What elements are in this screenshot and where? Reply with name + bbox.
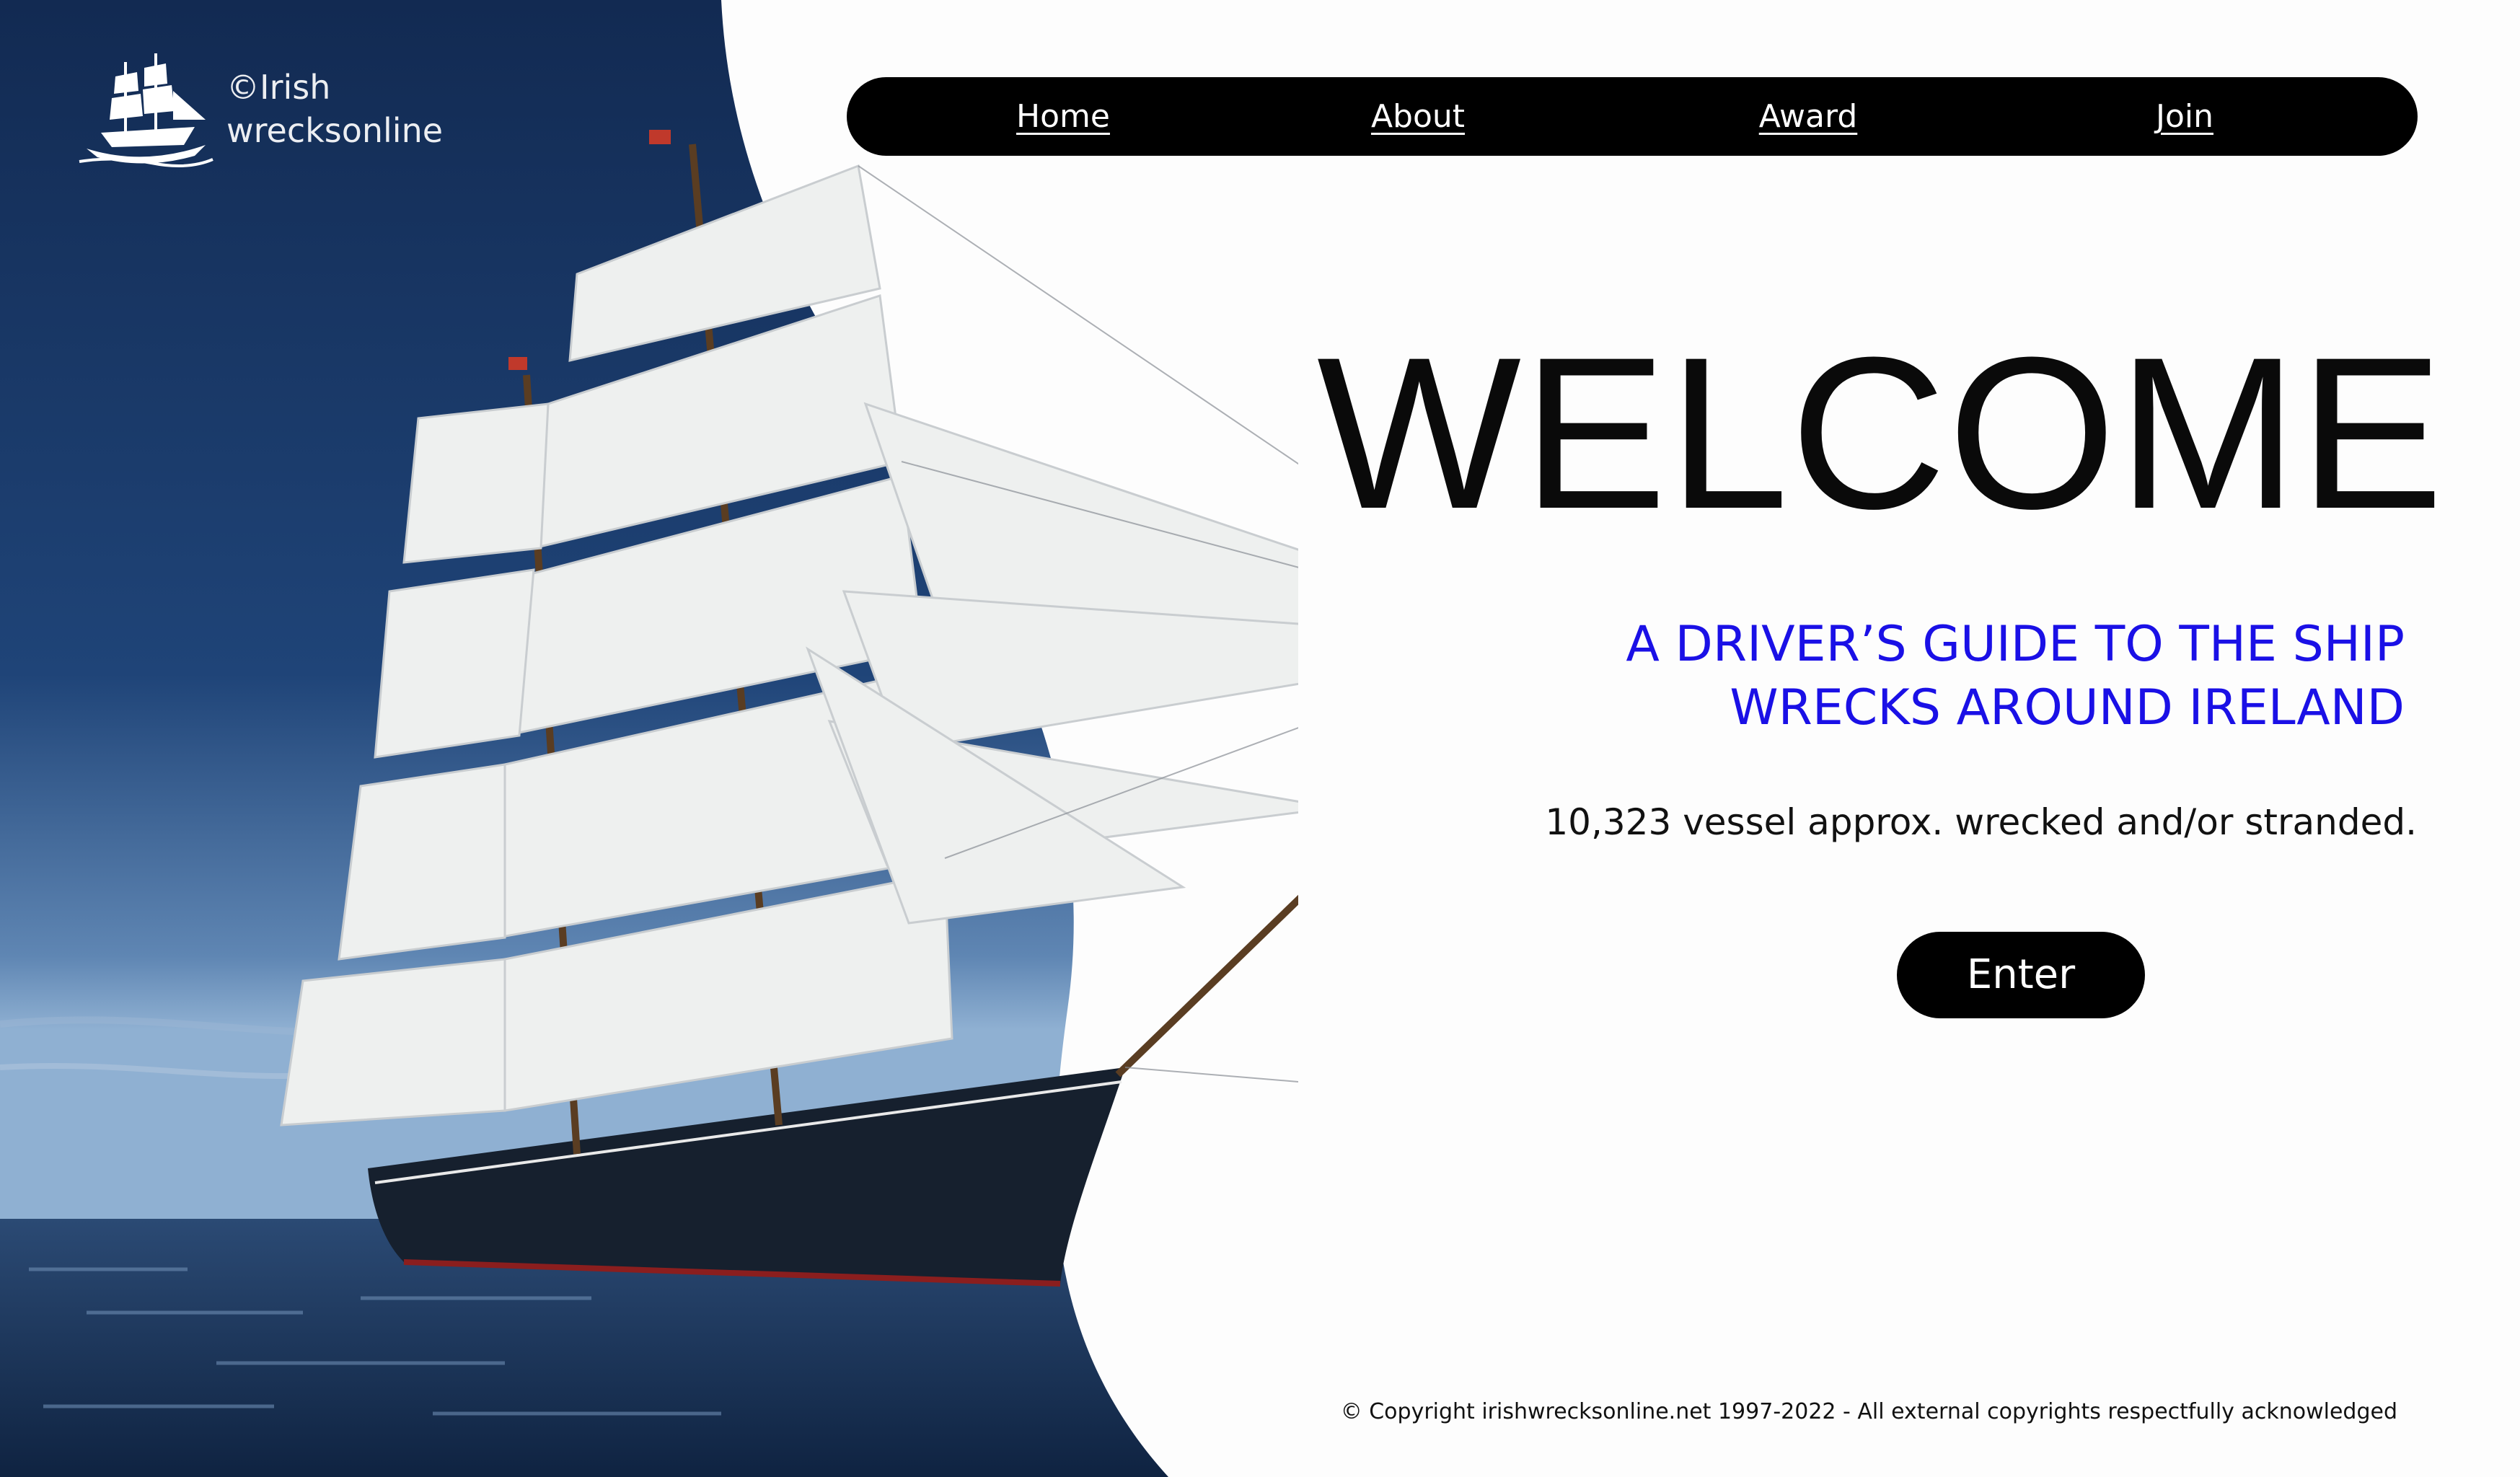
- main-nav: Home About Award Join: [847, 77, 2418, 156]
- enter-button[interactable]: Enter: [1897, 932, 2145, 1018]
- subtitle-line-1: A DRIVER’S GUIDE TO THE SHIP: [1626, 616, 2405, 673]
- logo-line-2: wrecksonline: [226, 111, 444, 150]
- nav-award-link[interactable]: Award: [1759, 77, 1858, 156]
- subtitle: A DRIVER’S GUIDE TO THE SHIP WRECKS AROU…: [1467, 613, 2405, 740]
- sailing-ship-icon: [79, 53, 213, 167]
- footer-copyright: © Copyright irishwrecksonline.net 1997-2…: [1340, 1399, 2397, 1424]
- nav-about-link[interactable]: About: [1371, 77, 1465, 156]
- nav-join-link[interactable]: Join: [2156, 77, 2213, 156]
- site-logo[interactable]: ©Irish wrecksonline: [72, 48, 443, 170]
- landing-page: ©Irish wrecksonline Home About Award Joi…: [0, 0, 2520, 1477]
- logo-line-1: ©Irish: [226, 68, 331, 107]
- wreck-count-text: 10,323 vessel approx. wrecked and/or str…: [1545, 801, 2417, 843]
- nav-home-link[interactable]: Home: [1016, 77, 1110, 156]
- logo-text: ©Irish wrecksonline: [226, 66, 443, 152]
- subtitle-line-2: WRECKS AROUND IRELAND: [1730, 679, 2405, 736]
- welcome-heading: WELCOME: [1316, 312, 2445, 554]
- hero-ship-image: [0, 0, 1298, 1477]
